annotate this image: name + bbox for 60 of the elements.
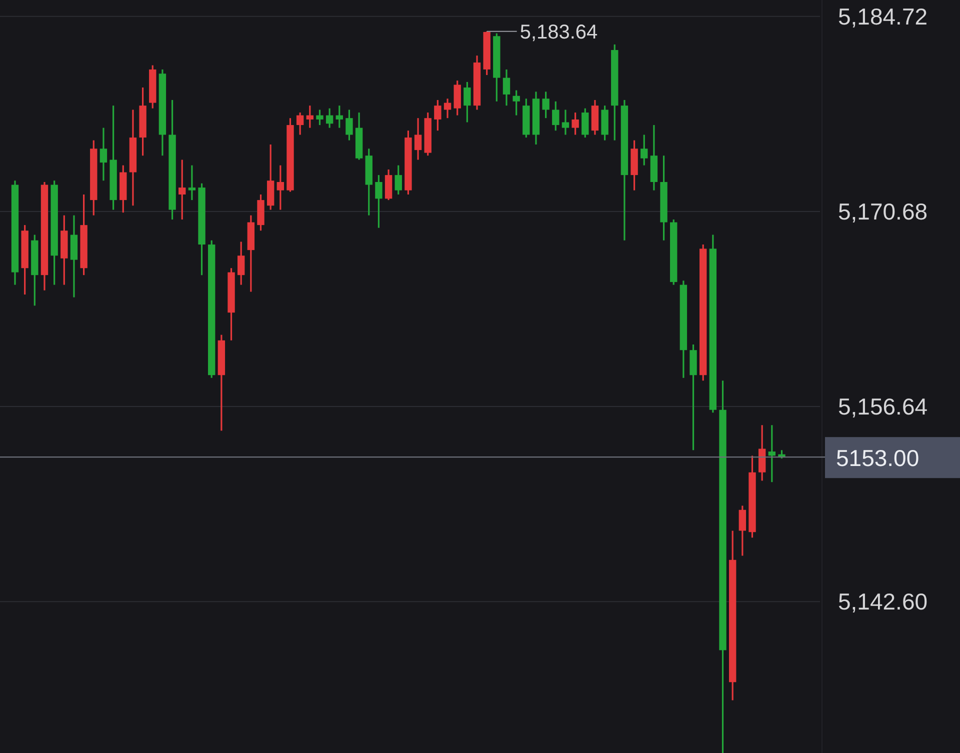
candlestick bbox=[375, 175, 382, 228]
candlestick bbox=[404, 130, 412, 194]
candlestick bbox=[572, 112, 579, 135]
candlestick bbox=[562, 110, 570, 135]
candlestick bbox=[414, 118, 422, 160]
axis-label: 5,170.68 bbox=[838, 198, 928, 224]
candlestick bbox=[582, 108, 589, 138]
candlestick bbox=[473, 56, 481, 110]
candlestick bbox=[493, 33, 500, 102]
candlestick bbox=[424, 112, 432, 156]
candlestick bbox=[60, 215, 68, 285]
candlestick bbox=[601, 106, 608, 140]
candlestick bbox=[336, 106, 343, 128]
candlestick bbox=[139, 88, 146, 156]
candlestick bbox=[365, 148, 372, 216]
candlestick bbox=[188, 165, 196, 200]
axis-label: 5,156.64 bbox=[838, 394, 928, 420]
candlestick bbox=[591, 100, 599, 135]
high-price-label: 5,183.64 bbox=[520, 21, 598, 44]
candlestick bbox=[464, 82, 471, 122]
candlestick bbox=[758, 425, 766, 481]
candlestick bbox=[738, 506, 746, 556]
candlestick bbox=[552, 101, 560, 131]
candlestick bbox=[670, 220, 678, 285]
candlestick bbox=[306, 106, 314, 128]
candlestick bbox=[532, 92, 540, 144]
candlestick bbox=[257, 194, 264, 231]
axis-label: 5,142.60 bbox=[838, 588, 928, 615]
candlestick bbox=[316, 110, 324, 126]
candlestick bbox=[512, 90, 520, 116]
candlestick bbox=[31, 234, 38, 306]
candlestick bbox=[21, 225, 28, 295]
candlestick bbox=[296, 112, 304, 135]
candlestick bbox=[100, 128, 108, 181]
candlestick bbox=[346, 110, 353, 140]
candlestick bbox=[522, 98, 530, 138]
candlestick bbox=[149, 65, 156, 108]
candlestick bbox=[355, 112, 363, 160]
candlestick bbox=[178, 160, 186, 220]
axis-label: 5,184.72 bbox=[838, 3, 928, 30]
candlestick bbox=[542, 92, 550, 118]
candlestick bbox=[778, 450, 786, 458]
candlestick bbox=[502, 69, 510, 106]
candlestick bbox=[630, 140, 638, 190]
candlestick bbox=[483, 31, 490, 76]
candlestick bbox=[434, 100, 442, 131]
candlestick bbox=[444, 98, 452, 118]
candlestick bbox=[120, 165, 127, 213]
candlestick bbox=[640, 134, 648, 166]
leader-line bbox=[486, 30, 518, 32]
candlestick bbox=[650, 125, 658, 190]
candlestick bbox=[276, 165, 284, 210]
candlestick bbox=[454, 80, 461, 116]
candlestick bbox=[768, 425, 776, 482]
candlestick bbox=[266, 144, 274, 210]
candlestick bbox=[238, 242, 245, 285]
candlestick bbox=[394, 165, 402, 194]
candlestick bbox=[384, 170, 392, 200]
candlestick bbox=[326, 108, 334, 128]
last-price-label: 5153.00 bbox=[836, 445, 920, 472]
